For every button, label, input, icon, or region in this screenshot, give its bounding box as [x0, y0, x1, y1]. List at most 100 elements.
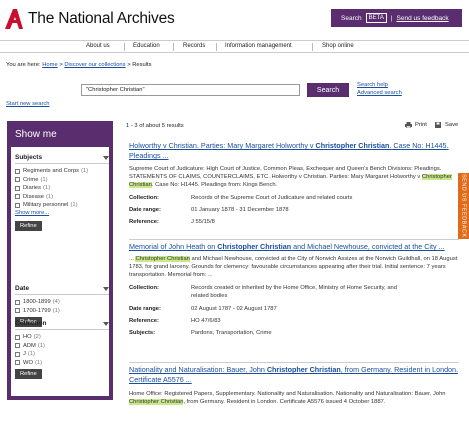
result-title-match: Christopher Christian [217, 242, 292, 251]
archives-a-icon [5, 9, 23, 29]
result-desc-highlight: Christopher Christian [129, 398, 184, 405]
breadcrumb-prefix: You are here: [6, 62, 41, 68]
result-title-link[interactable]: Memorial of John Heath on Christopher Ch… [129, 242, 459, 252]
breadcrumb-discover[interactable]: Discover our collections [64, 62, 125, 68]
result-title-match: Christopher Christian [315, 141, 390, 150]
facet-option-label: Disease [23, 193, 44, 200]
advanced-search-link[interactable]: Advanced search [357, 90, 402, 96]
facet-option-count: (1) [34, 359, 43, 366]
result-desc-text: , from Germany. Resident in London. Cert… [183, 398, 386, 405]
result-title-match: Christopher Christian [266, 365, 341, 374]
result-description: Supreme Court of Judicature: High Court … [129, 166, 459, 189]
nav-shop-online[interactable]: Shop online [322, 43, 354, 49]
result-title-text: Memorial of John Heath on [129, 242, 218, 251]
checkbox[interactable] [15, 177, 20, 183]
facet-option-count: (1) [43, 185, 51, 192]
result-title-link[interactable]: Nationality and Naturalisation: Bauer, J… [129, 365, 459, 385]
result-title-text: Holworthy v Christian. Parties: Mary Mar… [129, 141, 316, 150]
facet-option[interactable]: 1800-1899 (4) [15, 298, 109, 307]
facet-option[interactable]: Military personnel (1) [15, 201, 109, 210]
facet-option-label: ADM [23, 342, 36, 349]
show-me-title: Show me [11, 125, 109, 147]
collapse-triangle-icon [103, 156, 109, 160]
nav-education[interactable]: Education [133, 43, 160, 49]
facet-option[interactable]: Diaries (1) [15, 184, 109, 193]
print-button[interactable]: Print [405, 122, 427, 129]
result-field: Reference: J 55/15/8 [129, 218, 459, 226]
site-logo[interactable]: The National Archives [5, 9, 175, 29]
field-value: Records of the Supreme Court of Judicatu… [191, 195, 353, 202]
facet-heading-label: Date [15, 285, 30, 292]
checkbox[interactable] [15, 194, 20, 200]
facet-heading[interactable]: Date [15, 285, 109, 295]
printer-icon [405, 122, 412, 129]
nav-records[interactable]: Records [183, 43, 205, 49]
result-item: Nationality and Naturalisation: Bauer, J… [129, 365, 459, 407]
nav-information-management[interactable]: Information management [225, 43, 292, 49]
search-input[interactable]: "Christopher Christian" [81, 84, 300, 96]
breadcrumb-separator: > [59, 62, 63, 68]
checkbox[interactable] [15, 168, 20, 174]
result-title-link[interactable]: Holworthy v Christian. Parties: Mary Mar… [129, 141, 459, 161]
facet-option[interactable]: Regiments and Corps (1) [15, 167, 109, 176]
checkbox[interactable] [15, 202, 20, 208]
checkbox[interactable] [15, 360, 20, 366]
search-help-link[interactable]: Search help [357, 82, 388, 88]
facet-option[interactable]: WO (1) [15, 359, 109, 368]
field-key: Date range: [129, 207, 161, 214]
field-value: 02 August 1787 - 02 August 1787 [191, 306, 277, 313]
result-description: ... Christopher Christian and Michael Ne… [129, 256, 459, 279]
facet-option[interactable]: HO (2) [15, 333, 109, 342]
field-value: 01 January 1878 - 31 December 1878 [191, 207, 289, 214]
checkbox[interactable] [15, 351, 20, 357]
checkbox[interactable] [15, 299, 20, 305]
facet-option[interactable]: Crime (1) [15, 176, 109, 185]
result-field: Collection: Records created or inherited … [129, 284, 459, 300]
result-divider [129, 362, 459, 363]
save-label: Save [445, 122, 459, 128]
send-us-feedback-tab[interactable]: SEND US FEEDBACK [458, 173, 469, 239]
breadcrumb-current: Results [132, 62, 152, 68]
facet-option-label: WO [23, 359, 33, 366]
facet-option-count: (4) [52, 299, 60, 306]
save-icon [435, 122, 442, 128]
refine-button[interactable]: Refine [15, 220, 42, 231]
print-label: Print [415, 122, 427, 128]
result-item: Holworthy v Christian. Parties: Mary Mar… [129, 141, 459, 226]
facet-option-count: (1) [40, 176, 48, 183]
beta-search-label: Search [341, 14, 362, 22]
facet-option[interactable]: 1700-1799 (1) [15, 307, 109, 316]
send-feedback-link[interactable]: Send us feedback [397, 15, 449, 22]
facet-collection: Collection HO (2) ADM (1) J (1) WO (1) Refin… [15, 320, 109, 379]
checkbox[interactable] [15, 343, 20, 349]
results-count: 1 - 3 of about 5 results [126, 123, 184, 129]
facet-heading[interactable]: Collection [15, 320, 109, 330]
facet-option-count: (2) [33, 334, 41, 341]
show-more-link[interactable]: Show more... [15, 210, 109, 219]
breadcrumb-home[interactable]: Home [42, 62, 57, 68]
collapse-triangle-icon [103, 287, 109, 291]
field-key: Date range: [129, 306, 161, 313]
result-desc-highlight: Christopher Christian [135, 256, 190, 262]
facet-subjects: Subjects Regiments and Corps (1) Crime (1)… [15, 154, 109, 231]
checkbox[interactable] [15, 308, 20, 314]
checkbox[interactable] [15, 334, 20, 340]
result-divider [129, 239, 459, 240]
nav-divider [124, 43, 125, 51]
search-button[interactable]: Search [307, 83, 349, 97]
save-button[interactable]: Save [435, 122, 458, 128]
facet-option-label: HO [23, 334, 32, 341]
facet-option-count: (1) [81, 168, 89, 175]
refine-button[interactable]: Refine [15, 369, 42, 379]
facet-option[interactable]: J (1) [15, 350, 109, 359]
facet-heading[interactable]: Subjects [15, 154, 109, 164]
field-value: HO 47/6/83 [191, 318, 221, 325]
checkbox[interactable] [15, 185, 20, 191]
result-item: Memorial of John Heath on Christopher Ch… [129, 242, 459, 337]
beta-separator: | [390, 14, 393, 22]
result-field: Date range: 02 August 1787 - 02 August 17… [129, 305, 459, 313]
facet-option[interactable]: ADM (1) [15, 342, 109, 351]
start-new-search-link[interactable]: Start new search [6, 101, 50, 107]
facet-option[interactable]: Disease (1) [15, 193, 109, 202]
nav-about-us[interactable]: About us [86, 43, 110, 49]
